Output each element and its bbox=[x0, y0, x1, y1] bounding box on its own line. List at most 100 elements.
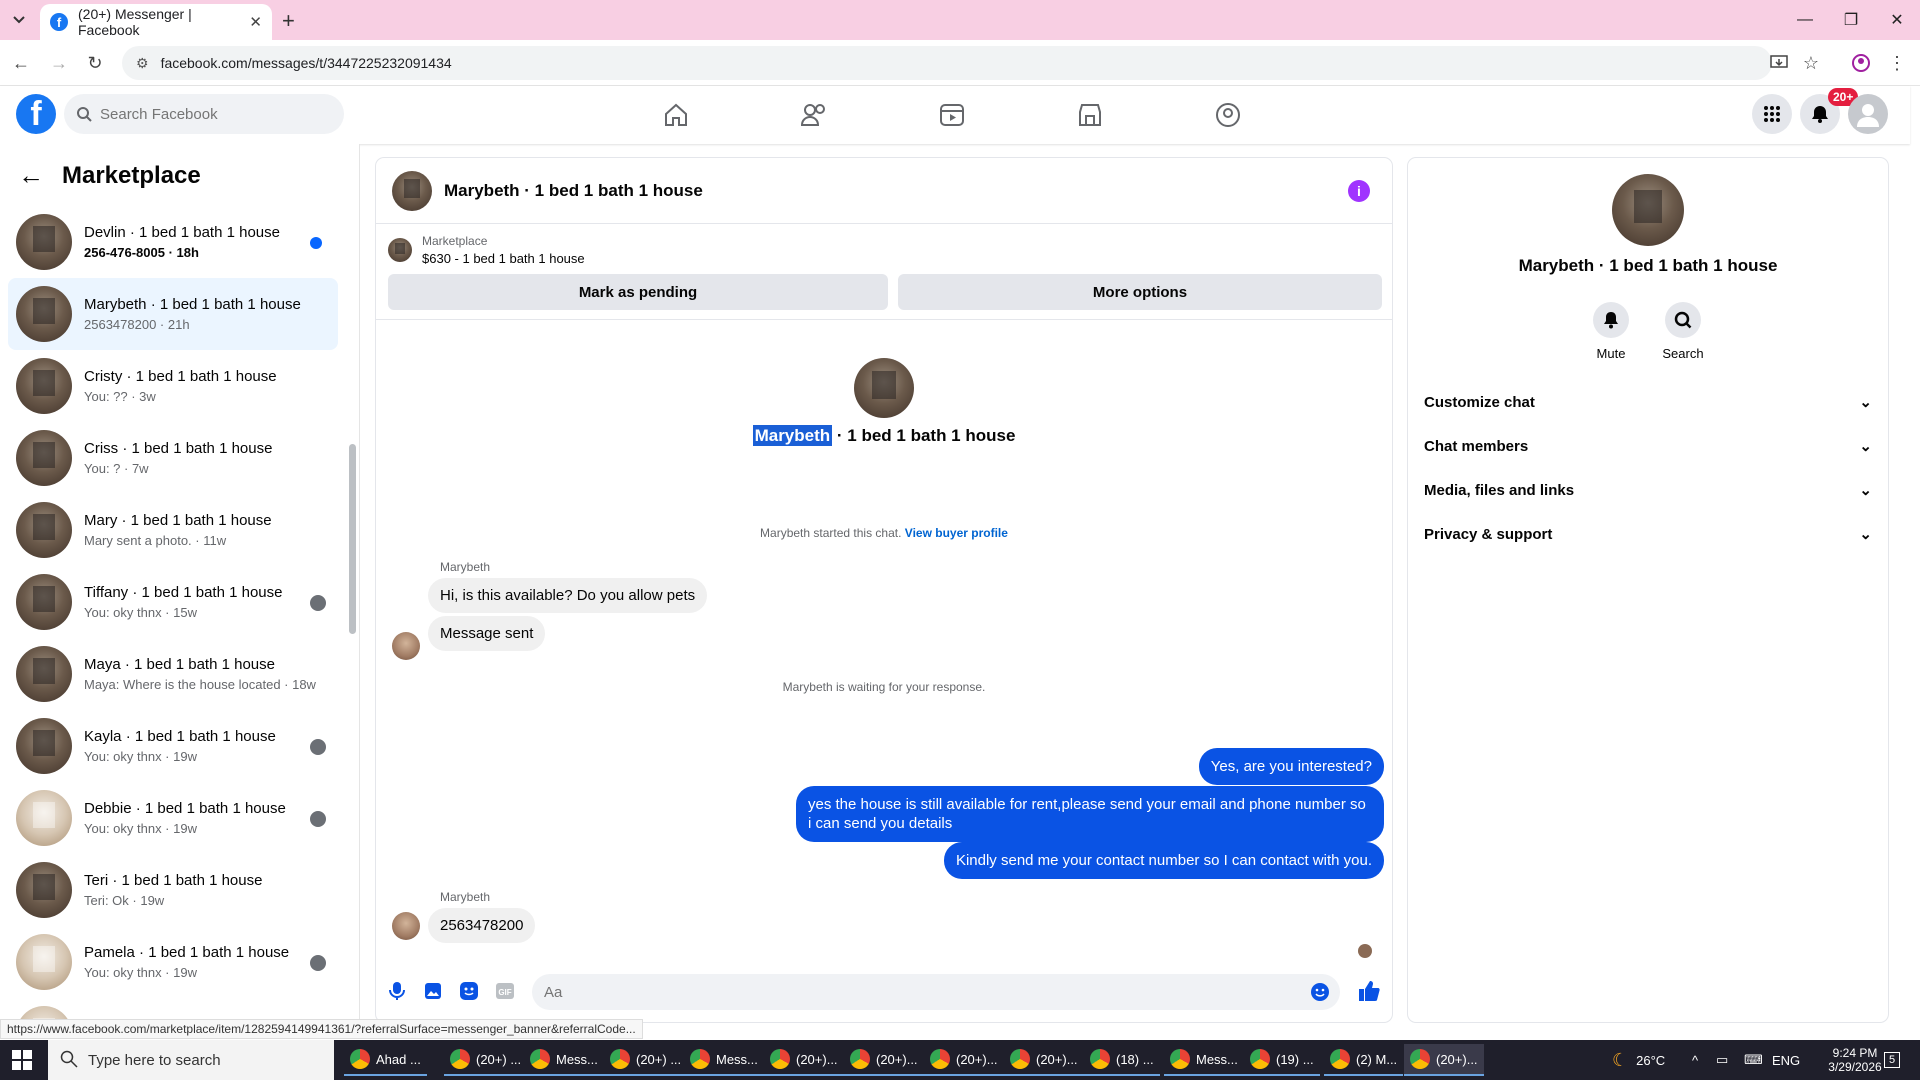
incoming-message[interactable]: 2563478200 bbox=[428, 908, 536, 943]
mute-button[interactable]: Mute bbox=[1581, 302, 1641, 361]
view-buyer-profile-link[interactable]: View buyer profile bbox=[905, 526, 1008, 540]
taskbar-app[interactable]: (20+)... bbox=[1404, 1044, 1484, 1076]
taskbar-app[interactable]: (19) ... bbox=[1244, 1044, 1320, 1076]
customize-chat-section[interactable]: Customize chat ⌄ bbox=[1424, 380, 1872, 424]
minimize-button[interactable]: — bbox=[1782, 0, 1828, 40]
taskbar-search[interactable]: Type here to search bbox=[48, 1040, 334, 1080]
keyboard-icon[interactable]: ⌨ bbox=[1744, 1040, 1763, 1080]
facebook-logo[interactable]: f bbox=[16, 94, 56, 134]
search-input[interactable] bbox=[100, 105, 320, 123]
conversation-item[interactable]: Debbie · 1 bed 1 bath 1 house You: oky th… bbox=[8, 782, 338, 854]
search-conversation-button[interactable]: Search bbox=[1653, 302, 1713, 361]
taskbar-app[interactable]: (20+)... bbox=[764, 1044, 844, 1076]
outgoing-message[interactable]: Yes, are you interested? bbox=[1198, 748, 1384, 785]
conversation-item[interactable]: Cristy · 1 bed 1 bath 1 house You: ?? · 3… bbox=[8, 350, 338, 422]
windows-start-icon[interactable] bbox=[12, 1050, 32, 1070]
taskbar-app[interactable]: (2) M... bbox=[1324, 1044, 1404, 1076]
info-icon[interactable]: i bbox=[1348, 180, 1370, 202]
gif-icon[interactable]: GIF bbox=[494, 980, 516, 1002]
groups-icon[interactable] bbox=[1202, 96, 1254, 134]
taskbar-app[interactable]: Mess... bbox=[524, 1044, 604, 1076]
mark-as-pending-button[interactable]: Mark as pending bbox=[388, 274, 888, 310]
video-icon[interactable] bbox=[926, 96, 978, 134]
clock[interactable]: 9:24 PM 3/29/2026 bbox=[1820, 1040, 1890, 1080]
profile-avatar[interactable] bbox=[1612, 174, 1684, 246]
message-input-box[interactable] bbox=[532, 974, 1340, 1010]
network-icon[interactable]: ▭ bbox=[1716, 1040, 1728, 1080]
outgoing-message[interactable]: Kindly send me your contact number so I … bbox=[943, 842, 1384, 879]
outgoing-message[interactable]: yes the house is still available for ren… bbox=[796, 786, 1384, 842]
chat-members-section[interactable]: Chat members ⌄ bbox=[1424, 424, 1872, 468]
conversation-sidebar: ← Marketplace Devlin · 1 bed 1 bath 1 ho… bbox=[0, 144, 360, 1022]
marketplace-icon[interactable] bbox=[1064, 96, 1116, 134]
more-options-button[interactable]: More options bbox=[898, 274, 1382, 310]
close-window-button[interactable]: ✕ bbox=[1874, 0, 1920, 40]
chat-title[interactable]: Marybeth · 1 bed 1 bath 1 house bbox=[444, 181, 703, 201]
reload-icon[interactable]: ↻ bbox=[84, 52, 106, 74]
back-icon[interactable]: ← bbox=[10, 52, 32, 74]
taskbar-app-label: Mess... bbox=[716, 1051, 758, 1067]
conversation-item[interactable]: Maya · 1 bed 1 bath 1 house Maya: Where i… bbox=[8, 638, 338, 710]
menu-grid-icon[interactable] bbox=[1752, 94, 1792, 134]
sender-avatar[interactable] bbox=[392, 912, 420, 940]
conversation-item[interactable]: Devlin · 1 bed 1 bath 1 house 256-476-800… bbox=[8, 206, 338, 278]
profile-icon[interactable] bbox=[1850, 52, 1872, 74]
taskbar-app[interactable]: (20+)... bbox=[844, 1044, 924, 1076]
taskbar-app[interactable]: Mess... bbox=[684, 1044, 764, 1076]
browser-tab-active[interactable]: f (20+) Messenger | Facebook ✕ bbox=[40, 4, 272, 40]
conversation-item[interactable]: Criss · 1 bed 1 bath 1 house You: ? · 7w bbox=[8, 422, 338, 494]
site-info-icon[interactable]: ⚙ bbox=[136, 55, 149, 72]
taskbar-app[interactable]: (20+) ... bbox=[444, 1044, 528, 1076]
conversation-item[interactable]: Tiffany · 1 bed 1 bath 1 house You: oky t… bbox=[8, 566, 338, 638]
chat-avatar[interactable] bbox=[392, 170, 432, 211]
facebook-search[interactable] bbox=[64, 94, 344, 134]
incoming-message[interactable]: Message sent bbox=[428, 616, 546, 651]
new-tab-button[interactable]: + bbox=[282, 8, 295, 34]
emoji-icon[interactable] bbox=[1310, 982, 1330, 1002]
account-avatar[interactable] bbox=[1848, 94, 1888, 134]
conversation-preview: 2563478200 · 21h bbox=[84, 317, 190, 332]
conversation-item[interactable]: Marybeth · 1 bed 1 bath 1 house 256347820… bbox=[8, 278, 338, 350]
sidebar-scrollbar[interactable] bbox=[349, 444, 356, 634]
tab-search-dropdown[interactable] bbox=[6, 8, 32, 32]
message-input[interactable] bbox=[544, 983, 1284, 1001]
sender-avatar[interactable] bbox=[392, 632, 420, 660]
conversation-item[interactable]: Pamela · 1 bed 1 bath 1 house You: oky th… bbox=[8, 926, 338, 998]
home-icon[interactable] bbox=[650, 96, 702, 134]
restore-button[interactable]: ❐ bbox=[1828, 0, 1874, 40]
waiting-notice: Marybeth is waiting for your response. bbox=[782, 680, 986, 694]
listing-info[interactable]: Marketplace $630 - 1 bed 1 bath 1 house bbox=[388, 234, 585, 266]
taskbar-app[interactable]: (20+)... bbox=[1004, 1044, 1084, 1076]
install-app-icon[interactable] bbox=[1768, 52, 1790, 74]
intro-avatar[interactable] bbox=[854, 358, 914, 418]
back-arrow-icon[interactable]: ← bbox=[18, 160, 44, 191]
weather-widget[interactable]: ☾ 26°C bbox=[1612, 1040, 1665, 1080]
incoming-message[interactable]: Hi, is this available? Do you allow pets bbox=[428, 578, 708, 613]
conversation-item[interactable]: Kayla · 1 bed 1 bath 1 house You: oky thn… bbox=[8, 710, 338, 782]
taskbar-app[interactable]: (18) ... bbox=[1084, 1044, 1160, 1076]
notification-center-icon[interactable]: 5 bbox=[1884, 1040, 1901, 1080]
forward-icon[interactable]: → bbox=[48, 52, 70, 74]
media-files-links-section[interactable]: Media, files and links ⌄ bbox=[1424, 468, 1872, 512]
taskbar-app[interactable]: Ahad ... bbox=[344, 1044, 427, 1076]
browser-menu-icon[interactable]: ⋮ bbox=[1886, 52, 1908, 74]
sticker-icon[interactable] bbox=[458, 980, 480, 1002]
bookmark-star-icon[interactable]: ☆ bbox=[1800, 52, 1822, 74]
conversation-item[interactable]: Mary · 1 bed 1 bath 1 house Mary sent a p… bbox=[8, 494, 338, 566]
tab-close-icon[interactable]: ✕ bbox=[249, 13, 262, 31]
taskbar-app[interactable]: Mess... bbox=[1164, 1044, 1244, 1076]
conversation-preview: Maya: Where is the house located · 18w bbox=[84, 677, 316, 692]
friends-icon[interactable] bbox=[788, 96, 840, 134]
image-icon[interactable] bbox=[422, 980, 444, 1002]
thumbs-up-icon[interactable] bbox=[1358, 980, 1380, 1002]
seen-avatar-icon bbox=[310, 739, 326, 755]
taskbar-app[interactable]: (20+) ... bbox=[604, 1044, 688, 1076]
conversation-item[interactable]: Teri · 1 bed 1 bath 1 house Teri: Ok · 19… bbox=[8, 854, 338, 926]
language-indicator[interactable]: ENG bbox=[1772, 1040, 1800, 1080]
conversation-name: Maya · 1 bed 1 bath 1 house bbox=[84, 656, 275, 673]
taskbar-app[interactable]: (20+)... bbox=[924, 1044, 1004, 1076]
tray-chevron-icon[interactable]: ^ bbox=[1692, 1040, 1698, 1080]
privacy-support-section[interactable]: Privacy & support ⌄ bbox=[1424, 512, 1872, 556]
microphone-icon[interactable] bbox=[386, 980, 408, 1002]
url-bar[interactable]: ⚙ facebook.com/messages/t/34472252320914… bbox=[122, 46, 1772, 80]
